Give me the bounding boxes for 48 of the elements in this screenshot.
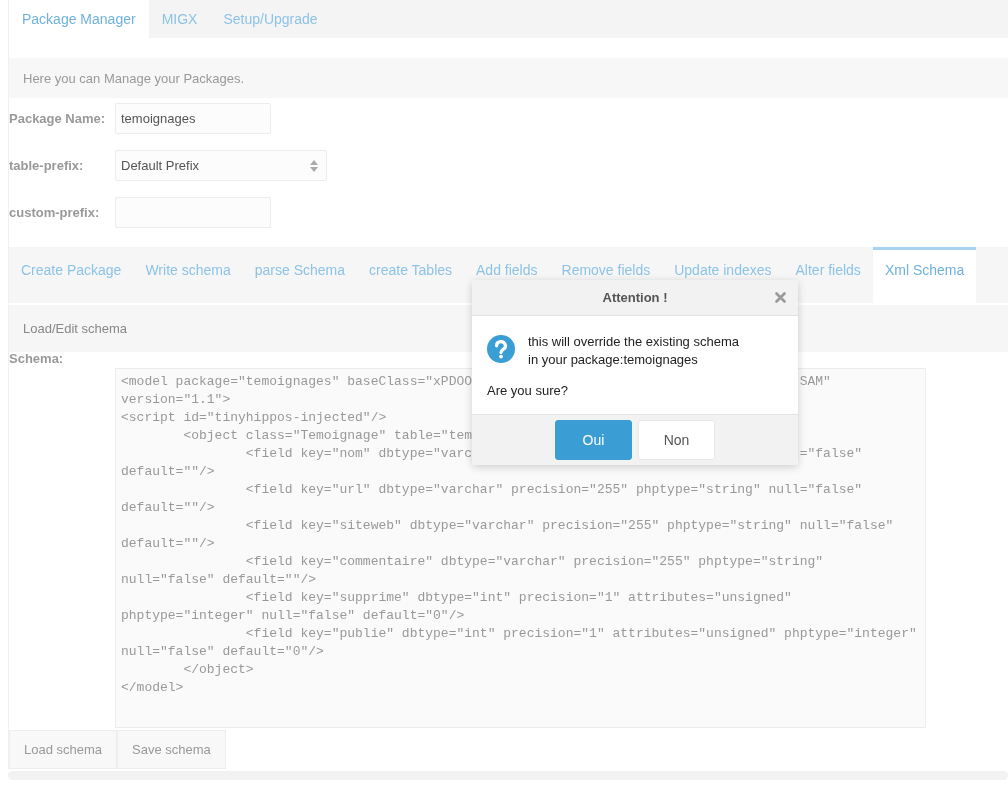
tab[interactable]: Write schema [133,247,243,303]
tab[interactable]: Xml Schema [872,247,977,303]
tab[interactable]: MIGX [148,0,211,38]
tab[interactable]: Setup/Upgrade [210,0,331,38]
input-field[interactable]: temoignages [115,103,271,134]
field-label: Package Name: [9,111,107,126]
section-heading: Load/Edit schema [23,321,128,336]
code-line: ="false" [799,445,863,463]
code-line: <field key="commentaire" dbtype="varchar" precision="255" phptype="string" [244,553,824,571]
code-line: null="false" default=""/> [121,571,317,589]
tab[interactable]: Add fields [464,247,550,303]
code-line: default=""/> [121,499,215,517]
field-label: table-prefix: [9,158,85,173]
tab[interactable]: parse Schema [242,247,357,303]
cancel-button[interactable]: Non [638,420,715,460]
schema-button[interactable]: Load schema [9,730,118,769]
page-description: Here you can Manage your Packages. [23,70,245,86]
close-icon[interactable] [775,292,786,303]
tab[interactable]: Create Package [9,247,134,303]
code-line: <field key="url" dbtype="varchar" precision="255" phptype="string" null="false" [244,481,863,499]
schema-button[interactable]: Save schema [117,730,226,769]
code-line: <script id="tinyhippos-injected"/> [121,409,387,427]
code-line: default=""/> [121,463,215,481]
question-icon [487,335,515,363]
code-line: <field key="nom" dbtype="varc [244,445,473,463]
field-label: custom-prefix: [9,205,101,220]
code-line: <model package="temoignages" baseClass="xPDOO [121,373,473,391]
code-line: SAM" [799,373,831,391]
code-line: <object class="Temoignage" table="tem [182,427,473,445]
code-line: phptype="integer" null="false" default="0"/> [121,607,465,625]
confirm-button[interactable]: Oui [555,420,632,460]
confirm-question: Are you sure? [487,383,569,398]
code-line: default=""/> [121,535,215,553]
code-line: </model> [121,679,184,697]
code-line: </object> [182,661,254,679]
code-line: null="false" default="0"/> [121,643,324,661]
tab[interactable]: Package Manager [9,0,149,38]
code-line: <field key="supprime" dbtype="int" precision="1" attributes="unsigned" [244,589,792,607]
code-line: <field key="publie" dbtype="int" precision="1" attributes="unsigned" phptype="integer" [244,625,917,643]
sort-arrows-icon [310,159,318,172]
dialog-message: this will override the existing schema in your package:temoignages [528,333,739,369]
code-line: <field key="siteweb" dbtype="varchar" precision="255" phptype="string" null="false" [244,517,894,535]
tab[interactable]: create Tables [357,247,465,303]
code-line: version="1.1"> [121,391,231,409]
tab[interactable]: Alter fields [783,247,873,303]
select-field[interactable]: Default Prefix [115,150,327,181]
field-label: Schema: [9,352,65,368]
dialog-title: Attention ! [602,290,668,305]
